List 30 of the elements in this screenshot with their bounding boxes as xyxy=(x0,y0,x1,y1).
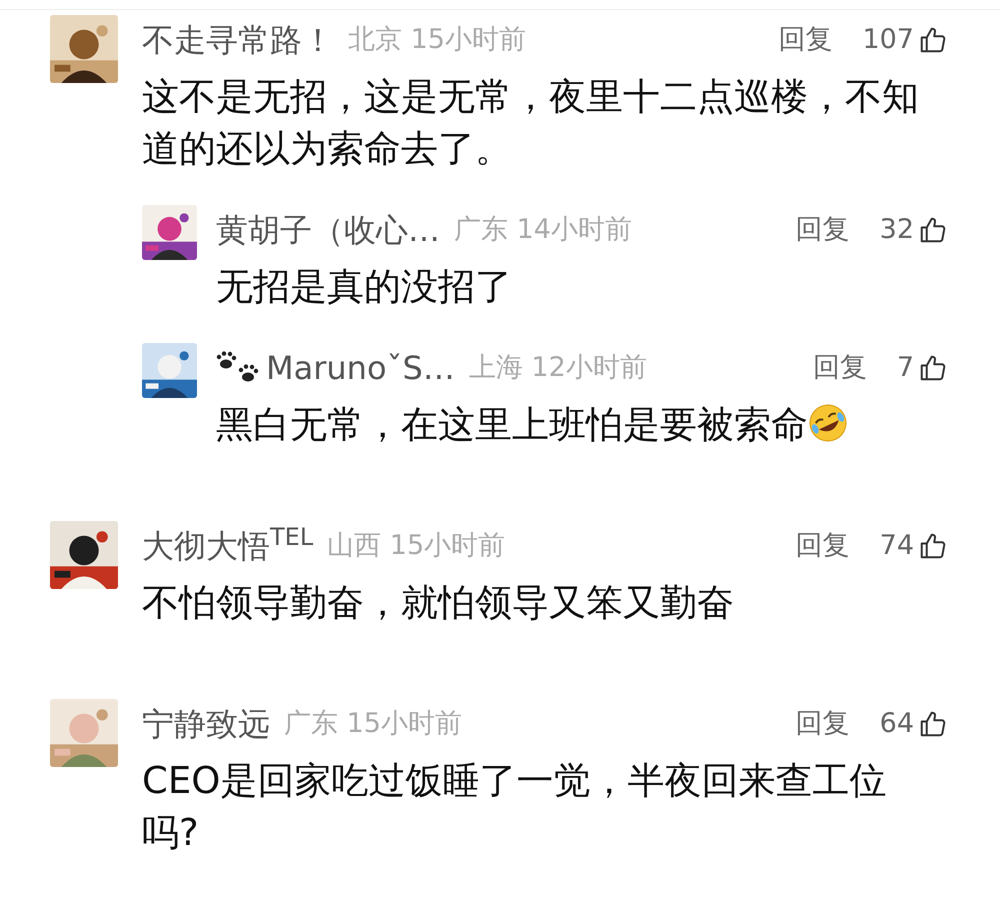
comment-text: CEO是回家吃过饭睡了一觉，半夜回来查工位吗? xyxy=(142,758,888,856)
user-name[interactable]: 黄胡子（收心… xyxy=(216,206,440,254)
location-time: 山西 15小时前 xyxy=(327,528,506,563)
like-count: 7 xyxy=(896,350,914,385)
user-name[interactable]: 不走寻常路！ xyxy=(142,16,334,64)
reply-link[interactable]: 回复 xyxy=(796,704,850,744)
reply-link[interactable]: 回复 xyxy=(796,210,850,250)
comment-text: 不怕领导勤奋，就怕领导又笨又勤奋 xyxy=(142,580,735,626)
user-name[interactable]: 大彻大悟$^{TEL}$ xyxy=(142,522,314,570)
like-count: 64 xyxy=(880,706,914,741)
thumbs-up-icon[interactable] xyxy=(918,215,948,245)
thumbs-up-icon[interactable] xyxy=(918,709,948,739)
like-count: 32 xyxy=(880,212,914,247)
location-time: 上海 12小时前 xyxy=(468,350,647,385)
comment-text: 这不是无招，这是无常，夜里十二点巡楼，不知道的还以为索命去了。 xyxy=(142,74,920,172)
comment-text: 黑白无常，在这里上班怕是要被索命 xyxy=(216,399,948,451)
user-name[interactable]: MarunoˇS… xyxy=(266,344,455,392)
like-count: 74 xyxy=(880,528,914,563)
location-time: 北京 15小时前 xyxy=(348,22,526,57)
thumbs-up-icon[interactable] xyxy=(918,353,948,383)
reply-link[interactable]: 回复 xyxy=(796,526,850,566)
like-count: 107 xyxy=(862,22,914,57)
thumbs-up-icon[interactable] xyxy=(918,531,948,561)
comment-text: 无招是真的没招了 xyxy=(216,264,513,310)
user-name[interactable]: 宁静致远 xyxy=(142,700,270,748)
location-time: 广东 14小时前 xyxy=(454,212,632,247)
reply-link[interactable]: 回复 xyxy=(778,20,832,60)
thumbs-up-icon[interactable] xyxy=(918,25,948,55)
reply-link[interactable]: 回复 xyxy=(812,348,867,388)
location-time: 广东 15小时前 xyxy=(284,706,462,741)
